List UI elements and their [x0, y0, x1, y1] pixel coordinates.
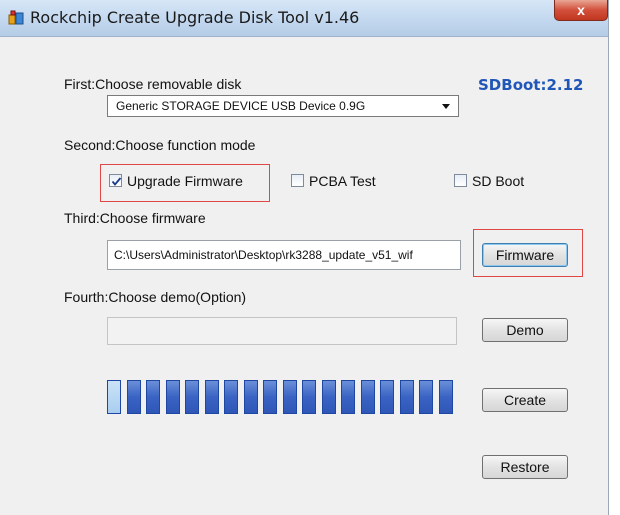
- progress-segment: [204, 380, 219, 414]
- progress-segment: [146, 380, 160, 414]
- checkmark-icon: [111, 177, 122, 186]
- progress-segment: [380, 380, 394, 414]
- demo-path-field[interactable]: [107, 317, 457, 345]
- step2-label: Second:Choose function mode: [64, 137, 256, 153]
- progress-segment: [243, 380, 258, 414]
- step3-label: Third:Choose firmware: [64, 210, 206, 226]
- demo-button[interactable]: Demo: [482, 318, 568, 342]
- disk-select[interactable]: Generic STORAGE DEVICE USB Device 0.9G: [107, 95, 459, 117]
- step4-label: Fourth:Choose demo(Option): [64, 289, 247, 305]
- sd-boot-label: SD Boot: [472, 173, 525, 189]
- progress-segment: [224, 380, 238, 414]
- progress-segment: [302, 380, 316, 414]
- progress-segment: [165, 380, 180, 414]
- upgrade-firmware-label: Upgrade Firmware: [127, 173, 243, 189]
- checkbox-box: [291, 174, 304, 187]
- app-icon: [8, 10, 24, 26]
- sd-boot-checkbox[interactable]: SD Boot: [454, 173, 544, 191]
- title-bar[interactable]: Rockchip Create Upgrade Disk Tool v1.46 …: [0, 0, 608, 37]
- disk-select-value: Generic STORAGE DEVICE USB Device 0.9G: [116, 99, 366, 113]
- progress-segment: [360, 380, 375, 414]
- progress-segment: [399, 380, 414, 414]
- progress-bar: [107, 380, 459, 414]
- pcba-test-checkbox[interactable]: PCBA Test: [291, 173, 401, 191]
- progress-segment: [107, 380, 121, 414]
- close-button[interactable]: x: [554, 0, 608, 21]
- firmware-path-value: C:\Users\Administrator\Desktop\rk3288_up…: [114, 248, 413, 262]
- checkbox-box: [109, 174, 122, 187]
- app-window: Rockchip Create Upgrade Disk Tool v1.46 …: [0, 0, 609, 515]
- window-title: Rockchip Create Upgrade Disk Tool v1.46: [30, 8, 360, 27]
- upgrade-firmware-checkbox[interactable]: Upgrade Firmware: [109, 173, 259, 191]
- create-button[interactable]: Create: [482, 388, 568, 412]
- step1-label: First:Choose removable disk: [64, 76, 242, 92]
- sdboot-version: SDBoot:2.12: [478, 76, 584, 94]
- progress-segment: [263, 380, 277, 414]
- progress-segment: [185, 380, 199, 414]
- firmware-path-field[interactable]: C:\Users\Administrator\Desktop\rk3288_up…: [107, 240, 461, 270]
- close-icon: x: [577, 2, 585, 18]
- progress-segment: [341, 380, 355, 414]
- progress-segment: [438, 380, 453, 414]
- pcba-test-label: PCBA Test: [309, 173, 376, 189]
- progress-segment: [321, 380, 336, 414]
- progress-segment: [419, 380, 433, 414]
- chevron-down-icon: [442, 104, 450, 109]
- progress-segment: [126, 380, 141, 414]
- firmware-button[interactable]: Firmware: [482, 243, 568, 267]
- restore-button[interactable]: Restore: [482, 455, 568, 479]
- progress-segment: [282, 380, 297, 414]
- checkbox-box: [454, 174, 467, 187]
